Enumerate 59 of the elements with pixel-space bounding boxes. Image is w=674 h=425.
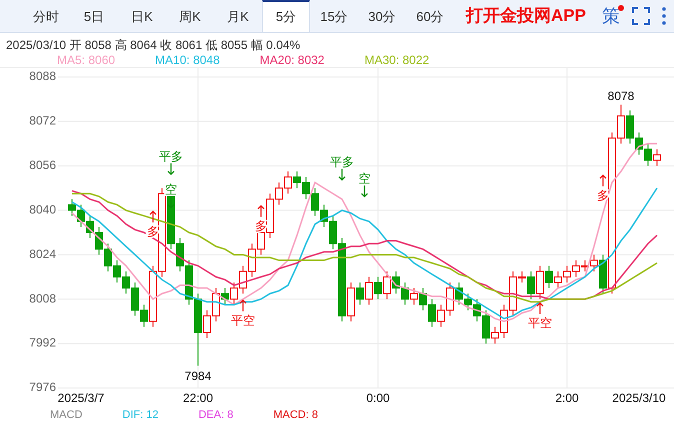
period-tab[interactable]: 5日: [70, 0, 118, 32]
macd-label: DEA: 8: [198, 408, 234, 422]
macd-label: DIF: 12: [122, 408, 158, 422]
quote-line: 2025/03/10 开 8058 高 8064 收 8061 低 8055 幅 0.04%: [5, 37, 302, 53]
strategy-button[interactable]: 策: [602, 7, 620, 25]
macd-label: MACD: 8: [273, 408, 318, 422]
ma-legend-label: MA30: 8022: [364, 53, 430, 67]
y-axis-label: 8024: [29, 246, 56, 261]
period-tab[interactable]: 60分: [406, 0, 454, 32]
open-app-link[interactable]: 打开金投网APP: [466, 3, 586, 29]
period-tab[interactable]: 月K: [214, 0, 262, 32]
signal-label: 多: [147, 224, 159, 238]
y-axis-label: 7976: [29, 380, 56, 394]
signal-label: 平多: [330, 154, 354, 169]
candlestick: [356, 282, 364, 306]
macd-label: MACD: [50, 408, 82, 422]
signal-label: 平空: [231, 313, 255, 328]
signal-label: 平多: [159, 149, 183, 164]
x-axis-label: 22:00: [182, 391, 214, 405]
signal-label: 空: [165, 182, 177, 197]
period-tab[interactable]: 30分: [358, 0, 406, 32]
period-tab[interactable]: 5分: [262, 0, 310, 32]
high-price-label: 8078: [608, 88, 634, 103]
signal-label: 空: [358, 172, 370, 186]
fullscreen-icon[interactable]: [632, 7, 650, 25]
x-axis-label: 2025/3/7: [58, 391, 104, 405]
candlestick: [653, 148, 661, 166]
candlestick: [365, 276, 373, 306]
more-icon[interactable]: [662, 7, 666, 25]
candlestick: [590, 254, 598, 272]
up-arrow-icon: [536, 302, 544, 315]
y-axis-label: 8072: [29, 114, 56, 128]
ma-legend-label: MA5: 8060: [57, 53, 116, 67]
candlestick: [410, 288, 418, 306]
low-price-label: 7984: [184, 368, 212, 383]
signal-label: 多: [255, 218, 267, 233]
x-axis-label: 2025/3/10: [612, 391, 666, 405]
period-tab[interactable]: 分时: [22, 0, 70, 32]
signal-label: 平空: [528, 316, 552, 330]
period-tab[interactable]: 15分: [310, 0, 358, 32]
x-axis-label: 2:00: [555, 391, 579, 405]
y-axis-label: 8040: [29, 202, 56, 216]
period-tab[interactable]: 日K: [118, 0, 166, 32]
y-axis-label: 7992: [29, 336, 56, 350]
candlestick: [527, 270, 535, 300]
candlestick: [536, 265, 544, 300]
up-arrow-icon: [149, 210, 157, 223]
signal-label: 多: [597, 188, 609, 202]
y-axis-label: 8056: [29, 158, 56, 172]
ma-legend-label: MA20: 8032: [260, 53, 324, 67]
x-axis-label: 0:00: [366, 391, 390, 405]
candlestick: [374, 276, 382, 300]
y-axis-label: 8008: [29, 291, 56, 306]
candlestick: [383, 270, 391, 300]
ma-legend-label: MA10: 8048: [155, 53, 220, 67]
period-tab[interactable]: 周K: [166, 0, 214, 32]
y-axis-label: 8088: [29, 69, 56, 84]
up-arrow-icon: [239, 299, 247, 312]
candlestick: [545, 265, 553, 289]
